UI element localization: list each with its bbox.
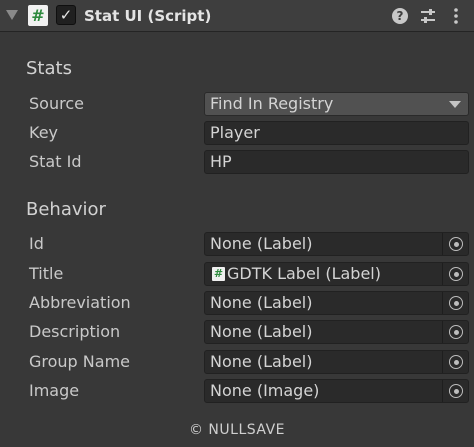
stat-id-value: HP (210, 152, 232, 171)
id-object-field[interactable]: None (Label) (204, 232, 469, 256)
help-glyph: ? (396, 9, 404, 23)
object-picker-icon[interactable] (442, 321, 468, 343)
section-heading-stats: Stats (26, 58, 72, 79)
source-value: Find In Registry (210, 94, 334, 113)
presets-icon[interactable] (418, 6, 438, 26)
description-object-field[interactable]: None (Label) (204, 320, 469, 344)
image-object-value: None (Image) (210, 381, 320, 400)
object-picker-icon[interactable] (442, 233, 468, 255)
help-icon[interactable]: ? (390, 6, 410, 26)
context-menu-icon[interactable] (446, 6, 466, 26)
script-icon-glyph: # (31, 6, 45, 25)
field-label-key: Key (29, 123, 59, 142)
abbreviation-object-field[interactable]: None (Label) (204, 291, 469, 315)
component-title: Stat UI (Script) (84, 7, 212, 25)
stat-id-input[interactable]: HP (204, 150, 469, 174)
object-picker-icon[interactable] (442, 292, 468, 314)
title-object-value: GDTK Label (Label) (227, 264, 381, 283)
field-label-source: Source (29, 94, 84, 113)
field-label-description: Description (29, 322, 121, 341)
group-name-object-value: None (Label) (210, 352, 313, 371)
image-object-field[interactable]: None (Image) (204, 379, 469, 403)
field-label-stat-id: Stat Id (29, 152, 82, 171)
field-label-group-name: Group Name (29, 352, 130, 371)
field-label-abbreviation: Abbreviation (29, 293, 131, 312)
description-object-value: None (Label) (210, 322, 313, 341)
title-object-field[interactable]: # GDTK Label (Label) (204, 262, 469, 286)
script-icon: # (212, 267, 225, 281)
field-label-id: Id (29, 234, 44, 253)
field-label-title: Title (29, 264, 64, 283)
script-icon: # (28, 5, 48, 26)
id-object-value: None (Label) (210, 234, 313, 253)
foldout-arrow-icon[interactable] (6, 10, 18, 20)
component-header: # ✓ Stat UI (Script) ? (0, 0, 474, 32)
field-label-image: Image (29, 381, 80, 400)
key-value: Player (210, 123, 260, 142)
abbreviation-object-value: None (Label) (210, 293, 313, 312)
footer-copyright: © NULLSAVE (188, 422, 286, 438)
object-picker-icon[interactable] (442, 380, 468, 402)
object-picker-icon[interactable] (442, 263, 468, 285)
key-input[interactable]: Player (204, 121, 469, 145)
object-picker-icon[interactable] (442, 351, 468, 373)
checkmark-icon: ✓ (59, 6, 73, 24)
source-dropdown[interactable]: Find In Registry (204, 92, 469, 116)
component-enabled-checkbox[interactable]: ✓ (56, 5, 76, 25)
dropdown-arrow-icon (449, 101, 461, 108)
group-name-object-field[interactable]: None (Label) (204, 350, 469, 374)
section-heading-behavior: Behavior (26, 199, 106, 220)
